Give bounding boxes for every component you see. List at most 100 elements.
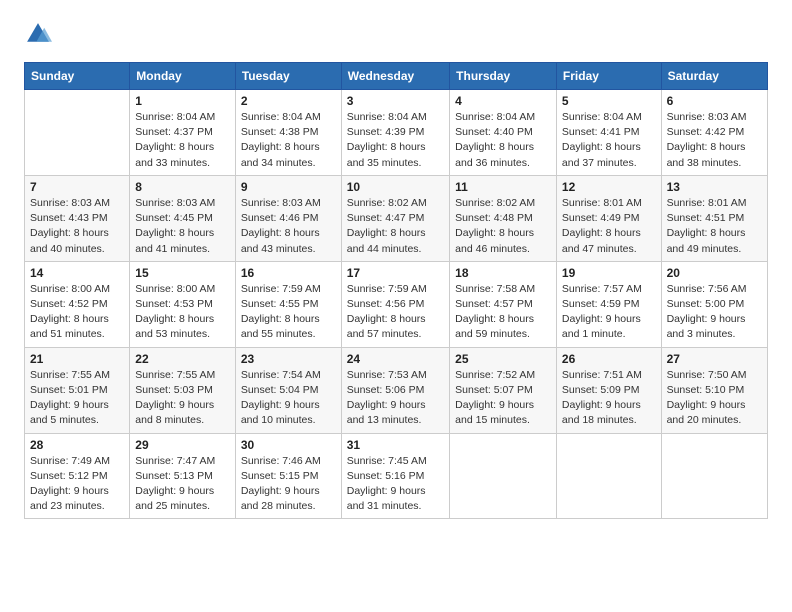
day-cell: 8Sunrise: 8:03 AM Sunset: 4:45 PM Daylig… <box>130 175 236 261</box>
day-cell: 22Sunrise: 7:55 AM Sunset: 5:03 PM Dayli… <box>130 347 236 433</box>
day-number: 29 <box>135 438 230 452</box>
day-number: 31 <box>347 438 444 452</box>
weekday-header-friday: Friday <box>556 63 661 90</box>
day-cell: 25Sunrise: 7:52 AM Sunset: 5:07 PM Dayli… <box>450 347 557 433</box>
day-cell: 11Sunrise: 8:02 AM Sunset: 4:48 PM Dayli… <box>450 175 557 261</box>
day-info: Sunrise: 7:55 AM Sunset: 5:01 PM Dayligh… <box>30 368 124 429</box>
day-number: 12 <box>562 180 656 194</box>
day-number: 4 <box>455 94 551 108</box>
day-info: Sunrise: 7:54 AM Sunset: 5:04 PM Dayligh… <box>241 368 336 429</box>
day-number: 28 <box>30 438 124 452</box>
logo <box>24 20 56 48</box>
day-number: 14 <box>30 266 124 280</box>
day-cell: 28 Sunrise: 7:49 AM Sunset: 5:12 PM Dayli… <box>25 433 130 519</box>
day-cell: 12 Sunrise: 8:01 AM Sunset: 4:49 PM Dayli… <box>556 175 661 261</box>
week-row-5: 28 Sunrise: 7:49 AM Sunset: 5:12 PM Dayli… <box>25 433 768 519</box>
weekday-header-wednesday: Wednesday <box>341 63 449 90</box>
day-number: 9 <box>241 180 336 194</box>
day-cell: 6 Sunrise: 8:03 AM Sunset: 4:42 PM Daylig… <box>661 90 767 176</box>
day-cell <box>661 433 767 519</box>
day-cell: 23 Sunrise: 7:54 AM Sunset: 5:04 PM Dayli… <box>235 347 341 433</box>
day-info: Sunrise: 7:47 AM Sunset: 5:13 PM Dayligh… <box>135 454 230 515</box>
day-cell: 19 Sunrise: 7:57 AM Sunset: 4:59 PM Dayli… <box>556 261 661 347</box>
day-number: 13 <box>667 180 762 194</box>
day-cell: 5 Sunrise: 8:04 AM Sunset: 4:41 PM Daylig… <box>556 90 661 176</box>
day-number: 30 <box>241 438 336 452</box>
day-cell <box>25 90 130 176</box>
day-info: Sunrise: 8:04 AM Sunset: 4:39 PM Dayligh… <box>347 110 444 171</box>
day-info: Sunrise: 8:00 AM Sunset: 4:53 PM Dayligh… <box>135 282 230 343</box>
calendar-page: SundayMondayTuesdayWednesdayThursdayFrid… <box>0 0 792 612</box>
day-info: Sunrise: 7:53 AM Sunset: 5:06 PM Dayligh… <box>347 368 444 429</box>
day-number: 7 <box>30 180 124 194</box>
day-number: 22 <box>135 352 230 366</box>
weekday-header-sunday: Sunday <box>25 63 130 90</box>
day-cell: 4Sunrise: 8:04 AM Sunset: 4:40 PM Daylig… <box>450 90 557 176</box>
day-cell: 30 Sunrise: 7:46 AM Sunset: 5:15 PM Dayli… <box>235 433 341 519</box>
day-number: 17 <box>347 266 444 280</box>
day-cell <box>556 433 661 519</box>
day-cell: 24 Sunrise: 7:53 AM Sunset: 5:06 PM Dayli… <box>341 347 449 433</box>
day-info: Sunrise: 7:49 AM Sunset: 5:12 PM Dayligh… <box>30 454 124 515</box>
day-cell <box>450 433 557 519</box>
logo-icon <box>24 20 52 48</box>
day-info: Sunrise: 7:50 AM Sunset: 5:10 PM Dayligh… <box>667 368 762 429</box>
day-info: Sunrise: 8:01 AM Sunset: 4:51 PM Dayligh… <box>667 196 762 257</box>
day-cell: 15 Sunrise: 8:00 AM Sunset: 4:53 PM Dayli… <box>130 261 236 347</box>
day-cell: 31 Sunrise: 7:45 AM Sunset: 5:16 PM Dayli… <box>341 433 449 519</box>
day-number: 6 <box>667 94 762 108</box>
weekday-header-saturday: Saturday <box>661 63 767 90</box>
calendar-table: SundayMondayTuesdayWednesdayThursdayFrid… <box>24 62 768 519</box>
day-cell: 9 Sunrise: 8:03 AM Sunset: 4:46 PM Daylig… <box>235 175 341 261</box>
day-info: Sunrise: 7:56 AM Sunset: 5:00 PM Dayligh… <box>667 282 762 343</box>
day-cell: 2Sunrise: 8:04 AM Sunset: 4:38 PM Daylig… <box>235 90 341 176</box>
day-info: Sunrise: 7:51 AM Sunset: 5:09 PM Dayligh… <box>562 368 656 429</box>
day-cell: 3 Sunrise: 8:04 AM Sunset: 4:39 PM Daylig… <box>341 90 449 176</box>
day-cell: 1Sunrise: 8:04 AM Sunset: 4:37 PM Daylig… <box>130 90 236 176</box>
day-info: Sunrise: 8:03 AM Sunset: 4:46 PM Dayligh… <box>241 196 336 257</box>
day-number: 26 <box>562 352 656 366</box>
day-cell: 16Sunrise: 7:59 AM Sunset: 4:55 PM Dayli… <box>235 261 341 347</box>
day-info: Sunrise: 8:01 AM Sunset: 4:49 PM Dayligh… <box>562 196 656 257</box>
day-number: 25 <box>455 352 551 366</box>
weekday-header-tuesday: Tuesday <box>235 63 341 90</box>
weekday-header-monday: Monday <box>130 63 236 90</box>
day-number: 2 <box>241 94 336 108</box>
day-cell: 13 Sunrise: 8:01 AM Sunset: 4:51 PM Dayli… <box>661 175 767 261</box>
day-info: Sunrise: 8:02 AM Sunset: 4:47 PM Dayligh… <box>347 196 444 257</box>
day-number: 3 <box>347 94 444 108</box>
day-info: Sunrise: 8:03 AM Sunset: 4:45 PM Dayligh… <box>135 196 230 257</box>
week-row-2: 7Sunrise: 8:03 AM Sunset: 4:43 PM Daylig… <box>25 175 768 261</box>
day-info: Sunrise: 7:59 AM Sunset: 4:56 PM Dayligh… <box>347 282 444 343</box>
day-cell: 27Sunrise: 7:50 AM Sunset: 5:10 PM Dayli… <box>661 347 767 433</box>
day-cell: 10 Sunrise: 8:02 AM Sunset: 4:47 PM Dayli… <box>341 175 449 261</box>
day-info: Sunrise: 8:03 AM Sunset: 4:42 PM Dayligh… <box>667 110 762 171</box>
day-cell: 21 Sunrise: 7:55 AM Sunset: 5:01 PM Dayli… <box>25 347 130 433</box>
day-cell: 17 Sunrise: 7:59 AM Sunset: 4:56 PM Dayli… <box>341 261 449 347</box>
header <box>24 20 768 48</box>
day-number: 23 <box>241 352 336 366</box>
day-number: 18 <box>455 266 551 280</box>
day-number: 1 <box>135 94 230 108</box>
week-row-1: 1Sunrise: 8:04 AM Sunset: 4:37 PM Daylig… <box>25 90 768 176</box>
day-cell: 14Sunrise: 8:00 AM Sunset: 4:52 PM Dayli… <box>25 261 130 347</box>
week-row-4: 21 Sunrise: 7:55 AM Sunset: 5:01 PM Dayli… <box>25 347 768 433</box>
day-cell: 26 Sunrise: 7:51 AM Sunset: 5:09 PM Dayli… <box>556 347 661 433</box>
week-row-3: 14Sunrise: 8:00 AM Sunset: 4:52 PM Dayli… <box>25 261 768 347</box>
day-info: Sunrise: 7:45 AM Sunset: 5:16 PM Dayligh… <box>347 454 444 515</box>
day-cell: 7Sunrise: 8:03 AM Sunset: 4:43 PM Daylig… <box>25 175 130 261</box>
day-number: 19 <box>562 266 656 280</box>
day-number: 11 <box>455 180 551 194</box>
day-cell: 18Sunrise: 7:58 AM Sunset: 4:57 PM Dayli… <box>450 261 557 347</box>
day-number: 21 <box>30 352 124 366</box>
day-number: 24 <box>347 352 444 366</box>
day-info: Sunrise: 7:46 AM Sunset: 5:15 PM Dayligh… <box>241 454 336 515</box>
day-info: Sunrise: 7:57 AM Sunset: 4:59 PM Dayligh… <box>562 282 656 343</box>
day-number: 20 <box>667 266 762 280</box>
day-number: 10 <box>347 180 444 194</box>
day-info: Sunrise: 8:04 AM Sunset: 4:41 PM Dayligh… <box>562 110 656 171</box>
day-number: 5 <box>562 94 656 108</box>
weekday-header-row: SundayMondayTuesdayWednesdayThursdayFrid… <box>25 63 768 90</box>
day-number: 15 <box>135 266 230 280</box>
day-cell: 20 Sunrise: 7:56 AM Sunset: 5:00 PM Dayli… <box>661 261 767 347</box>
